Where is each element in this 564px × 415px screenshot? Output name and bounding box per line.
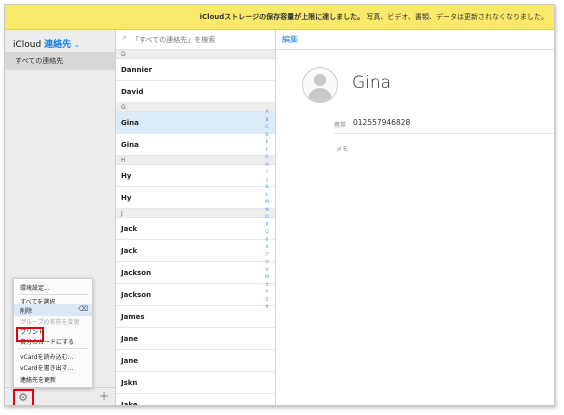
contact-row[interactable]: Gina [116, 134, 275, 156]
search-bar: ⌕ [116, 30, 275, 50]
menu-item-preferences[interactable]: 環境設定... [20, 283, 50, 292]
index-letter[interactable]: M [262, 199, 272, 207]
index-letter[interactable]: N [262, 207, 272, 215]
contact-row[interactable]: Jane [116, 328, 275, 350]
menu-item-import-vcard[interactable]: vCardを読み込む... [20, 352, 73, 361]
contact-row[interactable]: Jack [116, 240, 275, 262]
contact-row[interactable]: Jskn [116, 372, 275, 394]
section-header: J [116, 209, 275, 218]
phone-label: 携帯 [334, 122, 347, 129]
add-icon[interactable]: + [99, 389, 109, 403]
chevron-down-icon: ⌄ [73, 41, 80, 49]
index-letter[interactable]: A [262, 109, 272, 117]
avatar-head [314, 74, 326, 86]
sidebar-footer: ⚙ + [5, 387, 115, 405]
contact-row[interactable]: Jane [116, 350, 275, 372]
contact-row[interactable]: Hy [116, 165, 275, 187]
search-icon: ⌕ [122, 33, 128, 43]
section-header: H [116, 156, 275, 165]
app-window: iCloudストレージの保存容量が上限に達しました。 写真、ビデオ、書類、データ… [4, 4, 555, 406]
delete-key-icon: ⌫ [78, 305, 88, 313]
contact-row[interactable]: David [116, 81, 275, 103]
divider [334, 133, 554, 134]
index-letter[interactable]: V [262, 267, 272, 275]
index-letter[interactable]: X [262, 282, 272, 290]
banner-text: 写真、ビデオ、書類、データは更新されなくなりました。 [366, 13, 548, 21]
menu-item-export-vcard[interactable]: vCardを書き出す... [20, 363, 73, 372]
index-letter[interactable]: T [262, 252, 272, 260]
index-letter[interactable]: W [262, 274, 272, 282]
contact-row[interactable]: Hy [116, 187, 275, 209]
menu-item-rename-group: グループの名前を変更 [20, 319, 80, 326]
contact-list: D Dannier David G Gina Gina H Hy Hy J Jack Jack Jack… [116, 50, 275, 405]
section-header: G [116, 103, 275, 112]
index-letter[interactable]: S [262, 244, 272, 252]
index-letter[interactable]: P [262, 222, 272, 230]
contact-row[interactable]: Jackson [116, 262, 275, 284]
index-letter[interactable]: H [262, 162, 272, 170]
index-letter[interactable]: Z [262, 297, 272, 305]
menu-item-refresh-contacts[interactable]: 連絡先を更新 [20, 375, 56, 384]
detail-toolbar: 編集 [276, 30, 554, 50]
index-letter[interactable]: G [262, 154, 272, 162]
search-input[interactable] [132, 33, 262, 46]
index-letter[interactable]: F [262, 147, 272, 155]
index-letter[interactable]: L [262, 192, 272, 200]
contact-row[interactable]: Gina [116, 112, 275, 134]
sidebar: iCloud 連絡先 ⌄ すべての連絡先 環境設定... すべてを選択 削除 ⌫… [5, 30, 116, 405]
contact-detail: 編集 Gina 携帯 012557946828 メモ [276, 30, 554, 405]
index-letter[interactable]: C [262, 124, 272, 132]
index-letter[interactable]: D [262, 132, 272, 140]
index-letter[interactable]: O [262, 214, 272, 222]
storage-full-banner: iCloudストレージの保存容量が上限に達しました。 写真、ビデオ、書類、データ… [5, 5, 554, 30]
alphabet-index[interactable]: A B C D E F G H I J K L M N O P Q R S T U V W X Y Z # [262, 109, 272, 312]
index-letter[interactable]: B [262, 117, 272, 125]
contact-name: Gina [352, 73, 392, 93]
menu-item-delete[interactable]: 削除 [20, 306, 32, 315]
banner-bold-text: iCloudストレージの保存容量が上限に達しました。 [199, 13, 365, 21]
index-letter[interactable]: U [262, 259, 272, 267]
index-letter[interactable]: K [262, 184, 272, 192]
sidebar-title[interactable]: iCloud 連絡先 ⌄ [13, 37, 80, 50]
index-letter[interactable]: R [262, 237, 272, 245]
contact-list-column: ⌕ DDannierDavidGGinaGinaHHyHyJJackJackJa… [116, 30, 276, 405]
contact-row[interactable]: Dannier [116, 59, 275, 81]
avatar [302, 67, 338, 103]
avatar-body [308, 88, 332, 102]
index-letter[interactable]: Q [262, 229, 272, 237]
menu-divider [18, 294, 88, 295]
group-all-contacts[interactable]: すべての連絡先 [5, 52, 115, 70]
app-section-label: 連絡先 [44, 40, 72, 50]
index-letter[interactable]: # [262, 304, 272, 312]
contact-row[interactable]: Jack [116, 218, 275, 240]
index-letter[interactable]: J [262, 177, 272, 185]
menu-divider [18, 348, 88, 349]
contact-row[interactable]: James [116, 306, 275, 328]
contact-row[interactable]: Jake [116, 394, 275, 405]
phone-value[interactable]: 012557946828 [353, 118, 410, 127]
highlight-delete-box [16, 327, 44, 342]
memo-label: メモ [336, 146, 349, 153]
contact-row[interactable]: Jackson [116, 284, 275, 306]
index-letter[interactable]: E [262, 139, 272, 147]
index-letter[interactable]: I [262, 169, 272, 177]
highlight-gear-box [13, 389, 34, 405]
app-name: iCloud [13, 40, 42, 50]
section-header: D [116, 50, 275, 59]
edit-button[interactable]: 編集 [282, 34, 298, 45]
index-letter[interactable]: Y [262, 289, 272, 297]
